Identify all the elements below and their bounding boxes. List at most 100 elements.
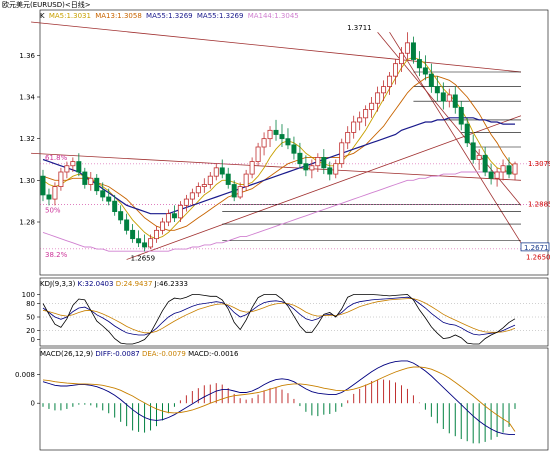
candle-body	[357, 117, 363, 123]
candle-body	[58, 171, 64, 187]
candle-body	[189, 192, 195, 200]
price-tick-label: 1.32	[19, 135, 35, 143]
candle-body	[363, 109, 369, 119]
candle-body	[52, 186, 58, 200]
candle-body	[333, 163, 339, 175]
macd-tick-label: 0.008	[15, 371, 35, 379]
kdj-tick-label: 50	[26, 314, 35, 322]
candle-body	[416, 59, 422, 69]
candle-body	[124, 219, 130, 231]
candle-body	[512, 163, 518, 175]
candle-body	[261, 138, 267, 148]
candle-body	[315, 157, 321, 167]
candle-body	[40, 175, 46, 196]
price-current-label: 1.3079	[528, 160, 550, 168]
price-tick-label: 1.34	[19, 94, 35, 102]
macd-macd-value: MACD:-0.0016	[188, 350, 239, 358]
candle-body	[76, 161, 82, 173]
candle-body	[64, 165, 70, 173]
candle-body	[506, 165, 512, 175]
candle-body	[351, 121, 357, 133]
price-legend: K MA5:1.3031 MA13:1.3058 MA55:1.3269 MA5…	[40, 12, 301, 20]
legend-ma13: MA13:1.3058	[95, 12, 142, 20]
kdj-legend: KDJ(9,3,3) K:32.0403 D:24.9437 J:46.2333	[40, 280, 188, 288]
macd-line-diff	[42, 360, 515, 435]
price-2671-label: 1.2671	[524, 244, 549, 252]
candle-body	[106, 196, 112, 202]
candle-body	[273, 129, 279, 135]
candle-body	[327, 167, 333, 175]
candle-body	[303, 163, 309, 171]
window-title: 欧元美元(EURUSD)<日线>	[2, 1, 91, 9]
fib-382-label: 38.2%	[45, 251, 68, 259]
candle-body	[70, 161, 76, 167]
kdj-d-value: D:24.9437	[115, 280, 153, 288]
candle-body	[201, 184, 207, 187]
kdj-name: KDJ(9,3,3)	[40, 280, 76, 288]
macd-name: MACD(26,12,9)	[40, 350, 94, 358]
candle-body	[130, 229, 136, 240]
candle-body	[476, 154, 482, 160]
candle-body	[154, 229, 160, 240]
candle-body	[398, 52, 404, 65]
macd-tick-label: 0	[31, 400, 35, 408]
candle-body	[118, 211, 124, 221]
trendline-steep-1	[389, 31, 522, 244]
price-tick-label: 1.28	[19, 219, 35, 227]
macd-dea-value: DEA:-0.0079	[141, 350, 186, 358]
candle-body	[345, 132, 351, 144]
candle-body	[309, 165, 315, 171]
candle-body	[112, 200, 118, 212]
candle-body	[500, 165, 506, 173]
legend-ma144: MA144:1.3045	[247, 12, 299, 20]
ma-line-ma55	[42, 117, 515, 215]
kdj-k-value: K:32.0403	[77, 280, 114, 288]
trendline-upper	[30, 21, 522, 73]
legend-k: K	[40, 12, 45, 20]
candle-body	[458, 107, 464, 125]
kdj-tick-label: 100	[22, 291, 35, 299]
candle-body	[100, 190, 106, 198]
kdj-tick-label: 20	[26, 327, 35, 335]
candle-body	[231, 184, 237, 198]
candle-body	[404, 42, 410, 54]
candle-body	[255, 146, 261, 162]
kdj-tick-label: 0	[31, 336, 35, 344]
kdj-line-k	[42, 296, 516, 336]
candle-body	[494, 171, 500, 179]
candle-body	[136, 238, 142, 244]
candle-body	[446, 94, 452, 102]
candle-body	[482, 154, 488, 173]
candle-body	[159, 221, 165, 231]
macd-legend: MACD(26,12,9) DIFF:-0.0087 DEA:-0.0079 M…	[40, 350, 238, 358]
candle-body	[142, 242, 148, 248]
candle-body	[148, 238, 154, 248]
candle-body	[470, 142, 476, 160]
candle-body	[339, 142, 345, 165]
candle-body	[434, 86, 440, 94]
candle-body	[171, 213, 177, 219]
fib-618-label: 61.8%	[45, 154, 68, 162]
candle-body	[225, 173, 231, 185]
macd-diff-value: DIFF:-0.0087	[95, 350, 140, 358]
price-tick-label: 1.30	[19, 177, 35, 185]
candle-body	[321, 157, 327, 169]
candle-body	[46, 194, 52, 200]
candle-body	[488, 171, 494, 179]
candle-body	[440, 92, 446, 102]
macd-line-dea	[42, 366, 516, 432]
candle-body	[165, 213, 171, 223]
candle-body	[452, 94, 458, 108]
candle-body	[387, 75, 393, 87]
kdj-panel-frame	[39, 277, 549, 347]
candle-body	[381, 86, 387, 94]
candle-body	[243, 173, 249, 187]
candle-body	[375, 92, 381, 104]
legend-ma55: MA55:1.3269	[146, 12, 193, 20]
high-label: 1.3711	[347, 24, 372, 32]
candle-body	[422, 67, 428, 75]
candle-body	[249, 161, 255, 175]
candle-body	[88, 177, 94, 185]
candle-body	[195, 186, 201, 194]
candle-body	[393, 63, 399, 77]
